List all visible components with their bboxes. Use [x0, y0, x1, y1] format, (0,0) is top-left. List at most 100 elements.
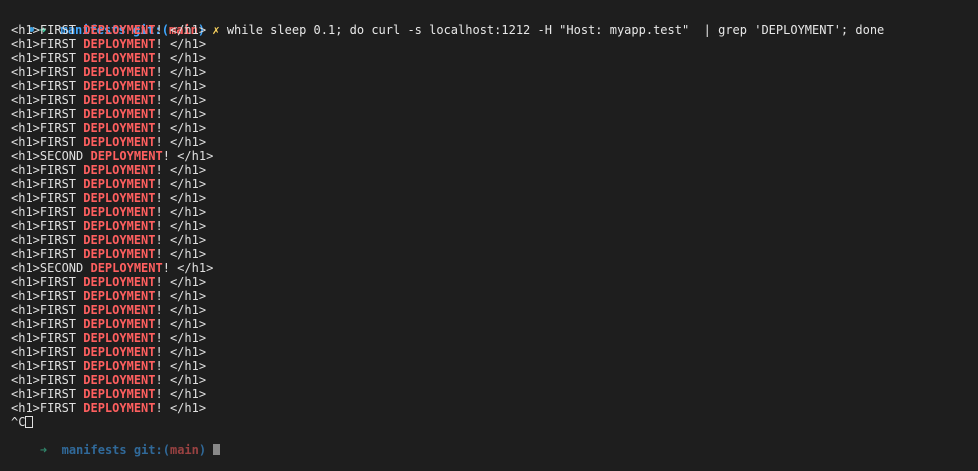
output-text: ! </h1>: [155, 79, 207, 93]
output-line: <h1>FIRST DEPLOYMENT! </h1>: [0, 219, 978, 233]
git-label: git:(: [133, 443, 170, 457]
output-text: <h1>FIRST: [11, 345, 84, 359]
output-line: <h1>FIRST DEPLOYMENT! </h1>: [0, 37, 978, 51]
terminal-window[interactable]: ➜ manifests git:(main) ✗ while sleep 0.1…: [0, 9, 978, 457]
grep-match: DEPLOYMENT: [83, 163, 156, 177]
output-text: <h1>FIRST: [11, 135, 84, 149]
output-text: <h1>SECOND: [11, 149, 91, 163]
command-output: <h1>FIRST DEPLOYMENT! </h1> <h1>FIRST DEP…: [0, 23, 978, 415]
output-line: <h1>FIRST DEPLOYMENT! </h1>: [0, 107, 978, 121]
output-text: <h1>FIRST: [11, 65, 84, 79]
prompt-arrow-icon: ➜: [39, 443, 48, 457]
output-text: ! </h1>: [162, 149, 214, 163]
grep-match: DEPLOYMENT: [90, 149, 163, 163]
output-line: <h1>FIRST DEPLOYMENT! </h1>: [0, 331, 978, 345]
output-line: <h1>FIRST DEPLOYMENT! </h1>: [0, 135, 978, 149]
output-text: ! </h1>: [155, 23, 207, 37]
output-text: ! </h1>: [155, 387, 207, 401]
output-text: <h1>FIRST: [11, 121, 84, 135]
grep-match: DEPLOYMENT: [83, 387, 156, 401]
output-text: <h1>FIRST: [11, 37, 84, 51]
grep-match: DEPLOYMENT: [83, 303, 156, 317]
output-line: <h1>FIRST DEPLOYMENT! </h1>: [0, 79, 978, 93]
grep-match: DEPLOYMENT: [83, 191, 156, 205]
grep-match: DEPLOYMENT: [83, 331, 156, 345]
output-line: <h1>FIRST DEPLOYMENT! </h1>: [0, 317, 978, 331]
output-text: ! </h1>: [155, 289, 207, 303]
output-text: ! </h1>: [155, 121, 207, 135]
output-text: <h1>FIRST: [11, 177, 84, 191]
output-text: <h1>FIRST: [11, 359, 84, 373]
grep-match: DEPLOYMENT: [83, 205, 156, 219]
output-text: <h1>FIRST: [11, 191, 84, 205]
output-text: ! </h1>: [155, 107, 207, 121]
output-text: ! </h1>: [155, 177, 207, 191]
output-line: <h1>FIRST DEPLOYMENT! </h1>: [0, 23, 978, 37]
output-text: <h1>FIRST: [11, 331, 84, 345]
grep-match: DEPLOYMENT: [83, 359, 156, 373]
output-text: ! </h1>: [155, 317, 207, 331]
git-label-close: ): [198, 443, 207, 457]
output-text: <h1>FIRST: [11, 205, 84, 219]
output-line: <h1>FIRST DEPLOYMENT! </h1>: [0, 359, 978, 373]
output-text: <h1>SECOND: [11, 261, 91, 275]
output-text: <h1>FIRST: [11, 247, 84, 261]
grep-match: DEPLOYMENT: [83, 233, 156, 247]
output-text: <h1>FIRST: [11, 163, 84, 177]
output-text: <h1>FIRST: [11, 93, 84, 107]
output-text: ! </h1>: [155, 303, 207, 317]
output-line: <h1>FIRST DEPLOYMENT! </h1>: [0, 65, 978, 79]
output-line: <h1>FIRST DEPLOYMENT! </h1>: [0, 233, 978, 247]
output-text: <h1>FIRST: [11, 289, 84, 303]
output-text: ! </h1>: [155, 163, 207, 177]
output-text: ! </h1>: [155, 247, 207, 261]
text-cursor[interactable]: [213, 444, 221, 455]
output-text: ! </h1>: [155, 359, 207, 373]
output-text: ! </h1>: [155, 233, 207, 247]
grep-match: DEPLOYMENT: [83, 345, 156, 359]
next-prompt-line[interactable]: ➜ manifests git:(main): [0, 429, 978, 457]
output-text: <h1>FIRST: [11, 233, 84, 247]
output-text: ! </h1>: [155, 373, 207, 387]
grep-match: DEPLOYMENT: [83, 219, 156, 233]
output-text: <h1>FIRST: [11, 401, 84, 415]
output-text: ! </h1>: [155, 219, 207, 233]
output-line: <h1>FIRST DEPLOYMENT! </h1>: [0, 289, 978, 303]
output-text: ! </h1>: [155, 401, 207, 415]
output-text: ! </h1>: [155, 65, 207, 79]
current-directory: manifests: [61, 443, 127, 457]
output-line: <h1>FIRST DEPLOYMENT! </h1>: [0, 275, 978, 289]
output-text: <h1>FIRST: [11, 51, 84, 65]
command-prompt-line: ➜ manifests git:(main) ✗ while sleep 0.1…: [0, 9, 978, 37]
grep-match: DEPLOYMENT: [83, 107, 156, 121]
grep-match: DEPLOYMENT: [83, 121, 156, 135]
interrupt-line: ^C: [0, 415, 978, 429]
output-text: <h1>FIRST: [11, 23, 84, 37]
grep-match: DEPLOYMENT: [83, 247, 156, 261]
output-text: <h1>FIRST: [11, 387, 84, 401]
output-line: <h1>FIRST DEPLOYMENT! </h1>: [0, 121, 978, 135]
output-text: ! </h1>: [155, 205, 207, 219]
output-line: <h1>FIRST DEPLOYMENT! </h1>: [0, 401, 978, 415]
output-line: <h1>FIRST DEPLOYMENT! </h1>: [0, 247, 978, 261]
output-text: ! </h1>: [162, 261, 214, 275]
grep-match: DEPLOYMENT: [83, 79, 156, 93]
output-text: ! </h1>: [155, 345, 207, 359]
output-line: <h1>FIRST DEPLOYMENT! </h1>: [0, 205, 978, 219]
grep-match: DEPLOYMENT: [83, 135, 156, 149]
output-line: <h1>SECOND DEPLOYMENT! </h1>: [0, 261, 978, 275]
output-text: <h1>FIRST: [11, 79, 84, 93]
grep-match: DEPLOYMENT: [90, 261, 163, 275]
interrupt-text: ^C: [11, 415, 26, 429]
grep-match: DEPLOYMENT: [83, 275, 156, 289]
output-line: <h1>FIRST DEPLOYMENT! </h1>: [0, 191, 978, 205]
grep-match: DEPLOYMENT: [83, 93, 156, 107]
grep-match: DEPLOYMENT: [83, 65, 156, 79]
output-line: <h1>FIRST DEPLOYMENT! </h1>: [0, 373, 978, 387]
grep-match: DEPLOYMENT: [83, 317, 156, 331]
grep-match: DEPLOYMENT: [83, 373, 156, 387]
output-line: <h1>FIRST DEPLOYMENT! </h1>: [0, 345, 978, 359]
output-text: ! </h1>: [155, 275, 207, 289]
grep-match: DEPLOYMENT: [83, 51, 156, 65]
output-line: <h1>FIRST DEPLOYMENT! </h1>: [0, 303, 978, 317]
